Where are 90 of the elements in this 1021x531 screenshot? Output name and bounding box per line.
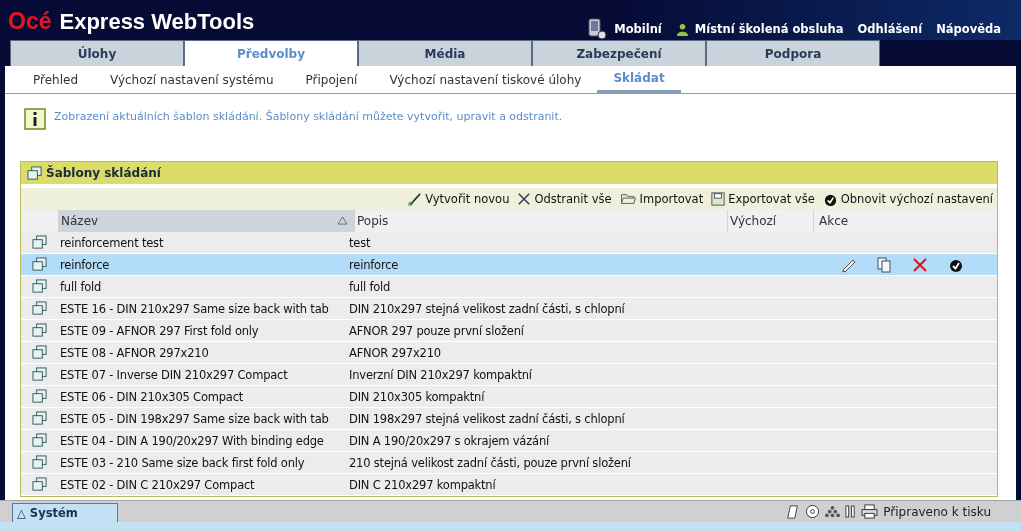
template-icon bbox=[32, 477, 47, 492]
table-cell-text: ESTE 03 - 210 Same size back first fold only bbox=[59, 455, 306, 470]
user-icon bbox=[675, 22, 689, 36]
template-icon bbox=[32, 455, 47, 470]
table-cell-text: ESTE 04 - DIN A 190/20x297 With binding edge bbox=[59, 433, 325, 448]
header-link[interactable]: Odhlášení bbox=[857, 22, 923, 36]
wand-icon bbox=[407, 191, 423, 207]
pause-icon bbox=[845, 504, 857, 519]
nav-tab[interactable]: Úlohy bbox=[10, 40, 184, 66]
header-link[interactable]: Místní školená obsluha bbox=[694, 22, 844, 36]
sub-tab[interactable]: Výchozí nastavení tiskové úlohy bbox=[373, 66, 598, 93]
table-row[interactable]: ESTE 09 - AFNOR 297 First fold only AFNOR 297 pouze první složení bbox=[21, 320, 997, 342]
template-icon bbox=[32, 257, 47, 272]
cross-icon bbox=[517, 192, 532, 206]
info-text: Zobrazení aktuálních šablon skládání. Šablony skládání můžete vytvořit, upravit a odstranit. bbox=[54, 109, 563, 123]
table-row[interactable]: ESTE 03 - 210 Same size back first fold only 210 stejná velikost zadní části, pouze první složení bbox=[21, 452, 997, 474]
nav-tab[interactable]: Média bbox=[358, 40, 532, 66]
table-row[interactable]: ESTE 05 - DIN 198x297 Same size back with tab DIN 198x297 stejná velikost zadní části, s chlopní bbox=[21, 408, 997, 430]
printer-icon bbox=[861, 504, 879, 519]
table-row[interactable]: full fold full fold bbox=[21, 276, 997, 298]
header-link[interactable]: Mobilní bbox=[614, 22, 662, 36]
template-icon bbox=[32, 279, 47, 294]
table-cell-text: ESTE 08 - AFNOR 297x210 bbox=[59, 345, 210, 360]
column-header[interactable]: Akce bbox=[813, 210, 997, 232]
table-row[interactable]: ESTE 04 - DIN A 190/20x297 With binding edge DIN A 190/20x297 s okrajem vázání bbox=[21, 430, 997, 452]
table-cell-text: ESTE 05 - DIN 198x297 Same size back with tab bbox=[59, 411, 330, 426]
table-row[interactable]: ESTE 06 - DIN 210x305 Compact DIN 210x305 kompaktní bbox=[21, 386, 997, 408]
table-cell-text: ESTE 06 - DIN 210x305 Compact bbox=[59, 389, 245, 404]
status-text: Připraveno k tisku bbox=[883, 504, 991, 519]
logo-brand: Océ bbox=[8, 8, 52, 35]
toolbar-button[interactable]: Exportovat vše bbox=[707, 188, 819, 210]
table-cell-text: DIN A 190/20x297 s okrajem vázání bbox=[348, 433, 551, 448]
toolbar-button[interactable]: Obnovit výchozí nastavení bbox=[818, 188, 997, 210]
table-row[interactable]: ESTE 02 - DIN C 210x297 Compact DIN C 210x297 kompaktní bbox=[21, 474, 997, 496]
table-row[interactable]: reinforce reinforce bbox=[21, 254, 997, 276]
floppy-icon bbox=[711, 192, 726, 206]
toolbar-button[interactable]: Odstranit vše bbox=[513, 188, 616, 210]
dots-icon bbox=[825, 504, 841, 519]
table-cell-text: ESTE 16 - DIN 210x297 Same size back with tab bbox=[59, 301, 330, 316]
table-cell-text: DIN C 210x297 kompaktní bbox=[348, 477, 497, 492]
table-cell-text: full fold bbox=[348, 279, 392, 294]
table-cell-text: AFNOR 297x210 bbox=[348, 345, 442, 360]
template-icon bbox=[32, 389, 47, 404]
template-icon bbox=[32, 433, 47, 448]
table-row[interactable]: ESTE 07 - Inverse DIN 210x297 Compact Inverzní DIN 210x297 kompaktní bbox=[21, 364, 997, 386]
template-icon bbox=[32, 411, 47, 426]
table-cell-text: full fold bbox=[59, 279, 103, 294]
template-icon bbox=[32, 367, 47, 382]
table-cell-text: reinforce bbox=[348, 257, 400, 272]
system-tab[interactable]: △ Systém bbox=[12, 503, 118, 522]
paper-icon bbox=[786, 503, 801, 520]
template-icon bbox=[32, 235, 47, 250]
table-cell-text: test bbox=[348, 235, 372, 250]
panel-title: Šablony skládání bbox=[46, 166, 161, 180]
table-cell-text: 210 stejná velikost zadní části, pouze první složení bbox=[348, 455, 632, 470]
logo-product: Express WebTools bbox=[59, 9, 255, 35]
phone-icon bbox=[586, 18, 609, 40]
table-cell-text: DIN 210x305 kompaktní bbox=[348, 389, 486, 404]
column-header[interactable]: Popis bbox=[354, 210, 727, 232]
toolbar-button[interactable]: Importovat bbox=[615, 188, 708, 210]
table-cell-text: ESTE 02 - DIN C 210x297 Compact bbox=[59, 477, 256, 492]
header-link[interactable]: Nápověda bbox=[936, 22, 1001, 36]
delete-icon[interactable] bbox=[912, 256, 928, 273]
table-cell-text: reinforcement test bbox=[59, 235, 165, 250]
table-row[interactable]: ESTE 08 - AFNOR 297x210 AFNOR 297x210 bbox=[21, 342, 997, 364]
template-icon bbox=[27, 165, 42, 181]
table-cell-text: ESTE 09 - AFNOR 297 First fold only bbox=[59, 323, 260, 338]
sub-tab[interactable]: Připojení bbox=[289, 66, 374, 93]
sub-tab[interactable]: Výchozí nastavení systému bbox=[94, 66, 290, 93]
copy-icon[interactable] bbox=[876, 256, 892, 273]
sort-icon bbox=[337, 216, 348, 225]
table-cell-text: DIN 210x297 stejná velikost zadní části, s chlopní bbox=[348, 301, 626, 316]
info-icon bbox=[24, 108, 46, 130]
disc-icon bbox=[805, 504, 821, 519]
sub-tab[interactable]: Přehled bbox=[17, 66, 95, 93]
folder-icon bbox=[619, 192, 637, 206]
nav-tab[interactable]: Podpora bbox=[706, 40, 880, 66]
nav-tab[interactable]: Zabezpečení bbox=[532, 40, 706, 66]
table-row[interactable]: ESTE 16 - DIN 210x297 Same size back with tab DIN 210x297 stejná velikost zadní části, s chlopní bbox=[21, 298, 997, 320]
template-icon bbox=[32, 301, 47, 316]
column-header[interactable]: Název bbox=[58, 210, 354, 232]
template-icon bbox=[32, 345, 47, 360]
table-cell-text: AFNOR 297 pouze první složení bbox=[348, 323, 525, 338]
table-cell-text: ESTE 07 - Inverse DIN 210x297 Compact bbox=[59, 367, 289, 382]
toolbar-button[interactable]: Vytvořit novou bbox=[403, 188, 514, 210]
column-header[interactable]: Výchozí bbox=[727, 210, 813, 232]
table-cell-text: reinforce bbox=[59, 257, 111, 272]
table-cell-text: DIN 198x297 stejná velikost zadní části, s chlopní bbox=[348, 411, 626, 426]
table-cell-text: Inverzní DIN 210x297 kompaktní bbox=[348, 367, 533, 382]
template-icon bbox=[32, 323, 47, 338]
